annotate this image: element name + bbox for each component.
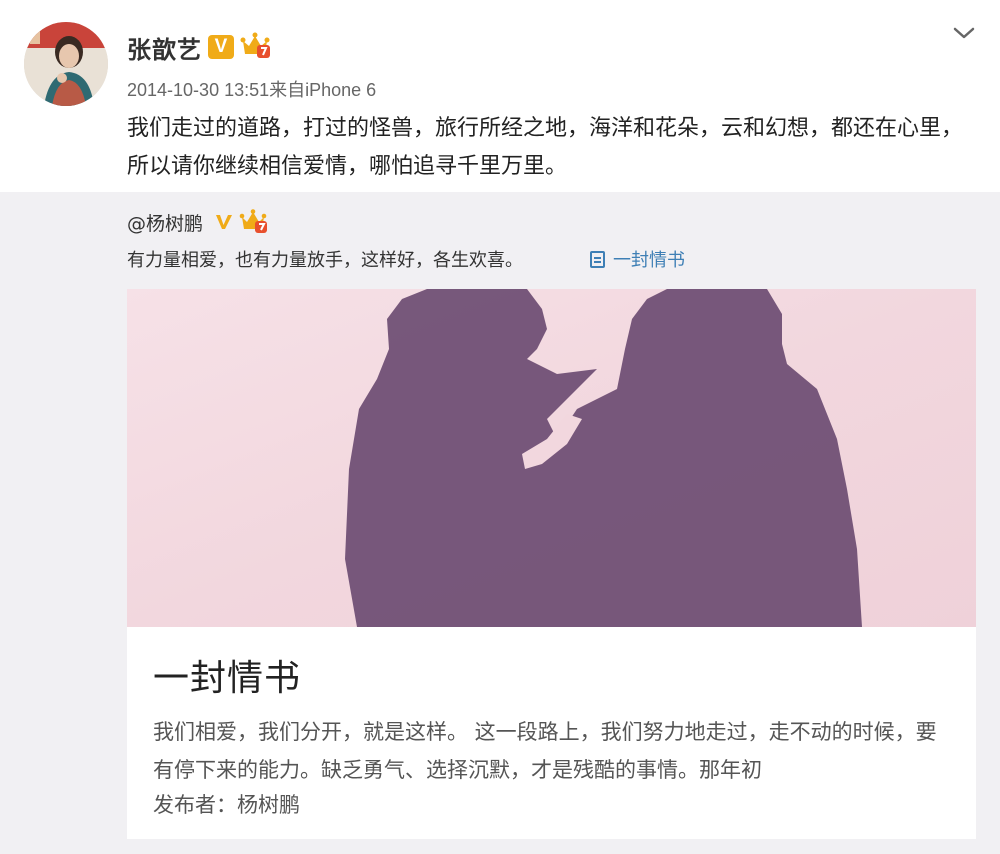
- weibo-post: 张歆艺 V 2014-10-30 13:51来自iPhone 6 我们走过的道路…: [0, 0, 1000, 192]
- repost-section: @杨树鹏 有力量相爱，也有力量放手，这样好，各生欢喜。 一封情书 一封情书 我们…: [0, 192, 1000, 854]
- article-publisher: 发布者：杨树鹏: [153, 793, 300, 817]
- article-description: 我们相爱，我们分开，就是这样。 这一段路上，我们努力地走过，走不动的时候，要有停…: [153, 720, 937, 782]
- post-meta: 2014-10-30 13:51来自iPhone 6: [127, 76, 376, 102]
- verified-v-icon: [213, 211, 235, 233]
- author-name[interactable]: 张歆艺: [127, 30, 202, 65]
- avatar[interactable]: [24, 22, 108, 106]
- vip-crown-icon: [240, 32, 272, 60]
- article-link-label[interactable]: 一封情书: [613, 250, 685, 271]
- post-text: 我们走过的道路，打过的怪兽，旅行所经之地，海洋和花朵，云和幻想，都还在心里，所以…: [127, 116, 964, 179]
- vip-crown-icon: [239, 209, 269, 235]
- article-card[interactable]: 一封情书 我们相爱，我们分开，就是这样。 这一段路上，我们努力地走过，走不动的时…: [127, 289, 976, 839]
- article-title[interactable]: 一封情书: [153, 649, 301, 701]
- repost-text: 有力量相爱，也有力量放手，这样好，各生欢喜。: [127, 250, 523, 271]
- article-icon: [590, 251, 605, 268]
- article-cover-image[interactable]: [127, 289, 976, 627]
- repost-author[interactable]: @杨树鹏: [127, 209, 203, 236]
- post-timestamp[interactable]: 2014-10-30 13:51: [127, 80, 269, 100]
- verified-v-icon: V: [208, 35, 234, 59]
- article-link[interactable]: 一封情书: [590, 246, 685, 272]
- chevron-down-icon[interactable]: [952, 24, 976, 42]
- post-source: 来自iPhone 6: [269, 80, 377, 100]
